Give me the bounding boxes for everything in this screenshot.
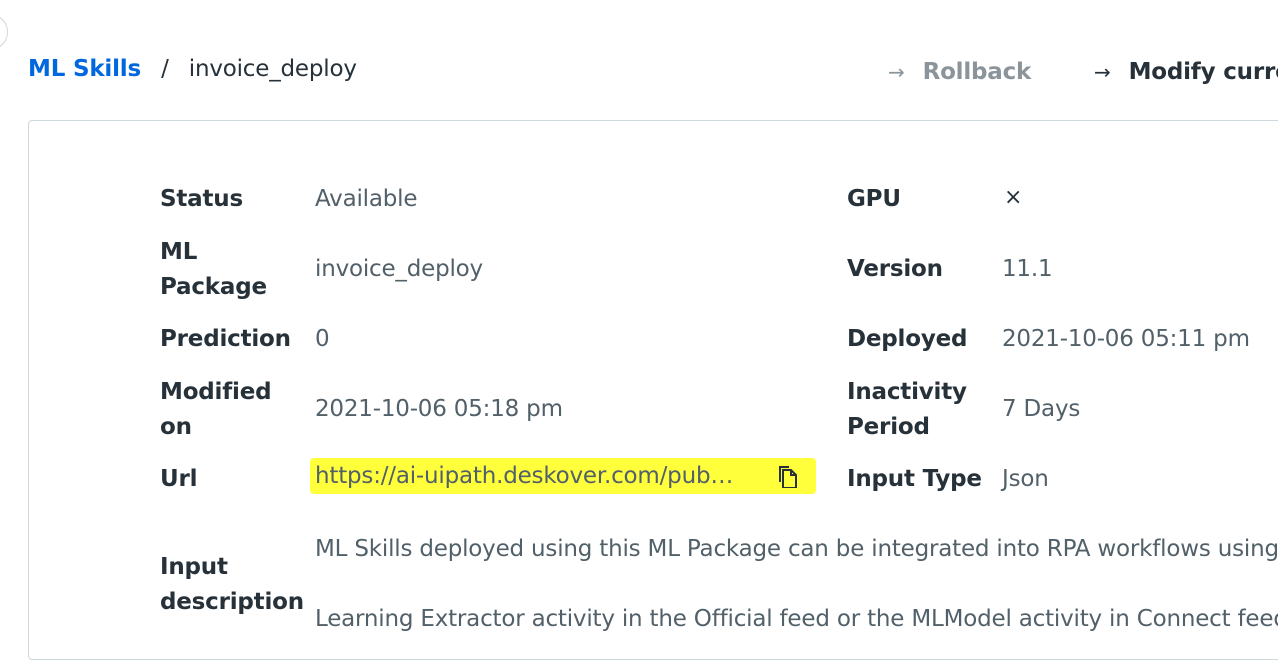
arrow-right-icon: → bbox=[888, 60, 905, 84]
deployed-value: 2021-10-06 05:11 pm bbox=[1002, 326, 1250, 352]
input-description-line-1: ML Skills deployed using this ML Package… bbox=[315, 536, 1278, 562]
breadcrumb: ML Skills / invoice_deploy bbox=[28, 54, 357, 84]
inactivity-period-label-line2: Period bbox=[847, 414, 930, 440]
ml-package-label: ML Package bbox=[160, 235, 267, 305]
modified-on-value: 2021-10-06 05:18 pm bbox=[315, 396, 563, 422]
copy-icon[interactable] bbox=[777, 466, 797, 488]
url-label: Url bbox=[160, 466, 198, 492]
rollback-button[interactable]: → Rollback bbox=[888, 57, 1031, 87]
status-label: Status bbox=[160, 186, 243, 212]
ml-package-value: invoice_deploy bbox=[315, 256, 483, 282]
prediction-label: Prediction bbox=[160, 326, 291, 352]
modify-current-label: Modify curre bbox=[1128, 59, 1278, 85]
deployed-label: Deployed bbox=[847, 326, 968, 352]
input-description-label: Input description bbox=[160, 550, 304, 620]
inactivity-period-label: Inactivity Period bbox=[847, 375, 967, 445]
prediction-value: 0 bbox=[315, 326, 330, 352]
input-description-label-line2: description bbox=[160, 589, 304, 615]
page-header: ML Skills / invoice_deploy → Rollback → … bbox=[0, 0, 1278, 120]
breadcrumb-current-page: invoice_deploy bbox=[188, 56, 357, 82]
url-link[interactable]: https://ai-uipath.deskover.com/publi... bbox=[315, 458, 739, 494]
status-value: Available bbox=[315, 186, 418, 212]
breadcrumb-separator: / bbox=[161, 56, 169, 82]
input-description-label-line1: Input bbox=[160, 554, 228, 580]
ml-package-label-line2: Package bbox=[160, 274, 267, 300]
modified-on-label-line2: on bbox=[160, 414, 192, 440]
gpu-disabled-icon: × bbox=[1004, 185, 1023, 210]
input-type-label: Input Type bbox=[847, 466, 982, 492]
ml-skill-details-card: Status Available GPU × ML Package invoic… bbox=[28, 120, 1278, 660]
gpu-label: GPU bbox=[847, 186, 901, 212]
inactivity-period-label-line1: Inactivity bbox=[847, 379, 967, 405]
breadcrumb-ml-skills-link[interactable]: ML Skills bbox=[28, 56, 141, 82]
version-label: Version bbox=[847, 256, 943, 282]
modified-on-label: Modified on bbox=[160, 375, 272, 445]
input-description-line-2: Learning Extractor activity in the Offic… bbox=[315, 606, 1278, 632]
ml-package-label-line1: ML bbox=[160, 239, 198, 265]
version-value: 11.1 bbox=[1002, 256, 1053, 282]
rollback-label: Rollback bbox=[922, 59, 1032, 85]
arrow-right-icon: → bbox=[1094, 60, 1111, 84]
modified-on-label-line1: Modified bbox=[160, 379, 272, 405]
input-type-value: Json bbox=[1002, 466, 1049, 492]
modify-current-button[interactable]: → Modify curre bbox=[1094, 57, 1278, 87]
inactivity-period-value: 7 Days bbox=[1002, 396, 1081, 422]
